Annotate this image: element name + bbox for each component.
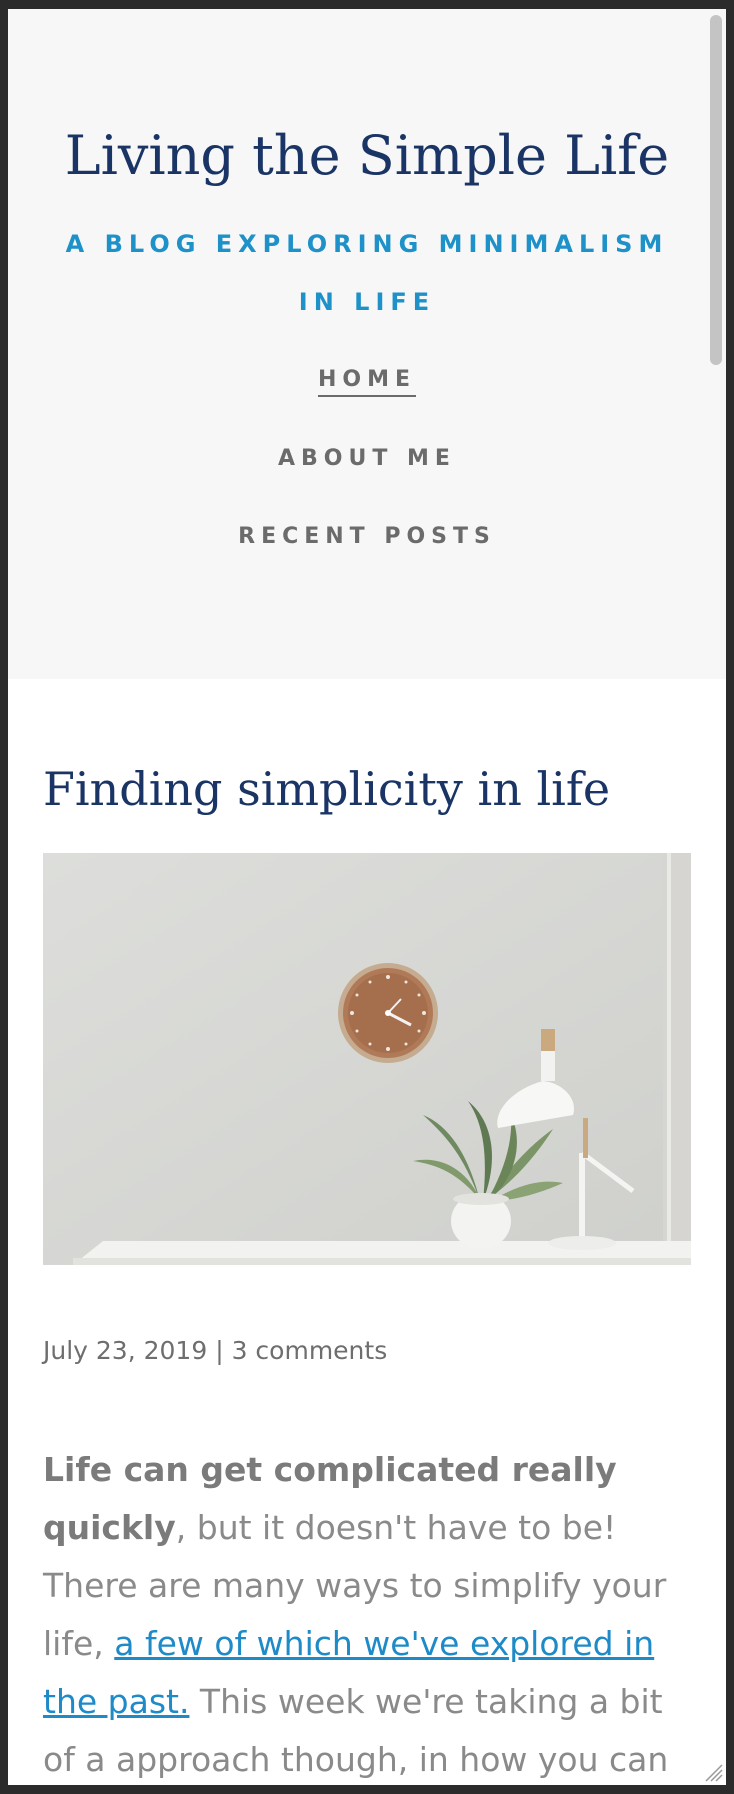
post-meta: July 23, 2019 | 3 comments <box>43 1333 387 1369</box>
resize-grip-icon[interactable] <box>700 1759 724 1783</box>
nav-item-recent-posts[interactable]: RECENT POSTS <box>8 522 726 552</box>
browser-viewport: Living the Simple Life A BLOG EXPLORING … <box>8 9 726 1785</box>
clock-icon <box>338 963 438 1063</box>
post-image-illustration <box>43 853 691 1265</box>
post-date: July 23, 2019 <box>43 1336 208 1365</box>
nav-item-label: HOME <box>317 367 417 397</box>
site-title[interactable]: Living the Simple Life <box>8 121 726 191</box>
nav-item-label: RECENT POSTS <box>238 524 496 549</box>
scrollbar-thumb[interactable] <box>710 15 722 365</box>
site-header: Living the Simple Life A BLOG EXPLORING … <box>8 9 726 679</box>
site-tagline: A BLOG EXPLORING MINIMALISM IN LIFE <box>65 230 669 316</box>
comments-link[interactable]: 3 comments <box>232 1336 388 1365</box>
nav-item-label: ABOUT ME <box>278 446 456 471</box>
post-image <box>43 853 691 1265</box>
meta-separator: | <box>215 1336 224 1365</box>
post-body: Life can get complicated really quickly,… <box>43 1441 703 1785</box>
post-title[interactable]: Finding simplicity in life <box>43 759 610 819</box>
nav-item-home[interactable]: HOME <box>8 365 726 397</box>
nav-item-about-me[interactable]: ABOUT ME <box>8 444 726 474</box>
